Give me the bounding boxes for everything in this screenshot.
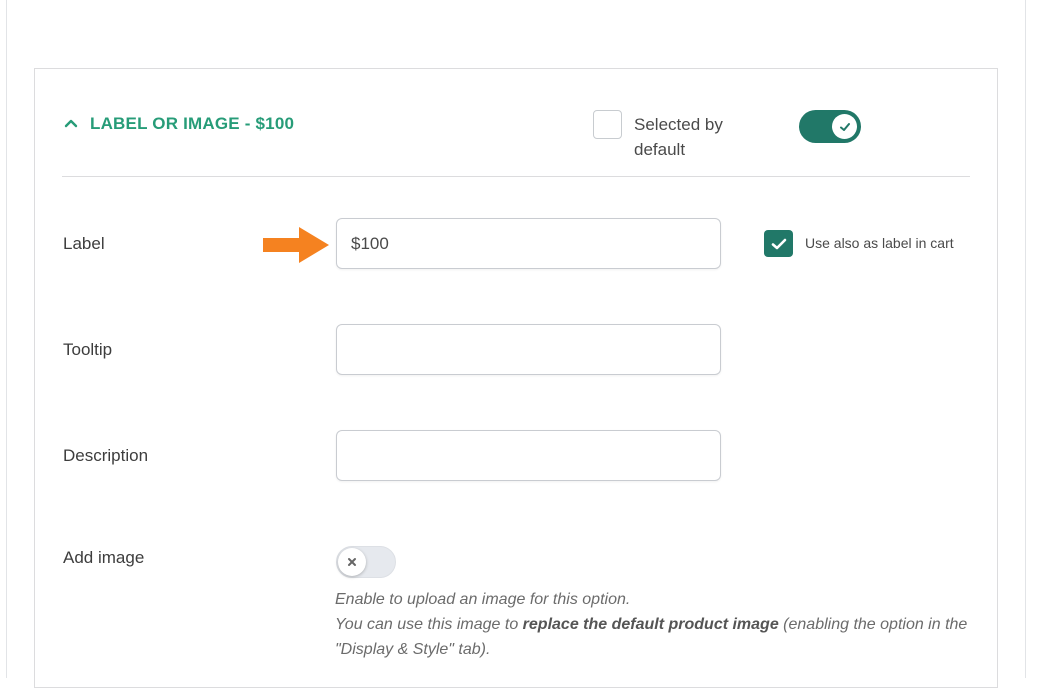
label-field-label: Label xyxy=(63,234,105,253)
tooltip-input[interactable] xyxy=(336,324,721,375)
add-image-help-line2: You can use this image to replace the de… xyxy=(335,612,985,662)
description-input[interactable] xyxy=(336,430,721,481)
selected-by-default-checkbox[interactable] xyxy=(593,110,622,139)
add-image-field-label: Add image xyxy=(63,548,145,567)
label-input[interactable] xyxy=(336,218,721,269)
description-field-label: Description xyxy=(63,446,149,465)
chevron-up-icon[interactable] xyxy=(64,116,78,130)
add-image-help-line1: Enable to upload an image for this optio… xyxy=(335,591,631,608)
tooltip-field-label: Tooltip xyxy=(63,340,113,359)
add-image-toggle[interactable] xyxy=(336,546,396,578)
use-as-cart-label-checkbox[interactable] xyxy=(764,230,793,257)
add-image-help: Enable to upload an image for this optio… xyxy=(335,587,985,662)
toggle-knob xyxy=(338,548,366,576)
option-title[interactable]: LABEL OR IMAGE - $100 xyxy=(90,114,294,134)
x-icon xyxy=(348,558,356,566)
toggle-knob xyxy=(832,114,857,139)
selected-by-default-label: Selected by default xyxy=(634,115,723,159)
help-text-pre: You can use this image to xyxy=(335,616,523,633)
check-icon xyxy=(771,238,786,249)
check-icon xyxy=(839,122,850,131)
use-as-cart-label-text: Use also as label in cart xyxy=(805,235,954,251)
arrow-right-icon xyxy=(263,227,329,263)
option-enabled-toggle[interactable] xyxy=(799,110,861,143)
help-text-bold: replace the default product image xyxy=(522,616,779,633)
